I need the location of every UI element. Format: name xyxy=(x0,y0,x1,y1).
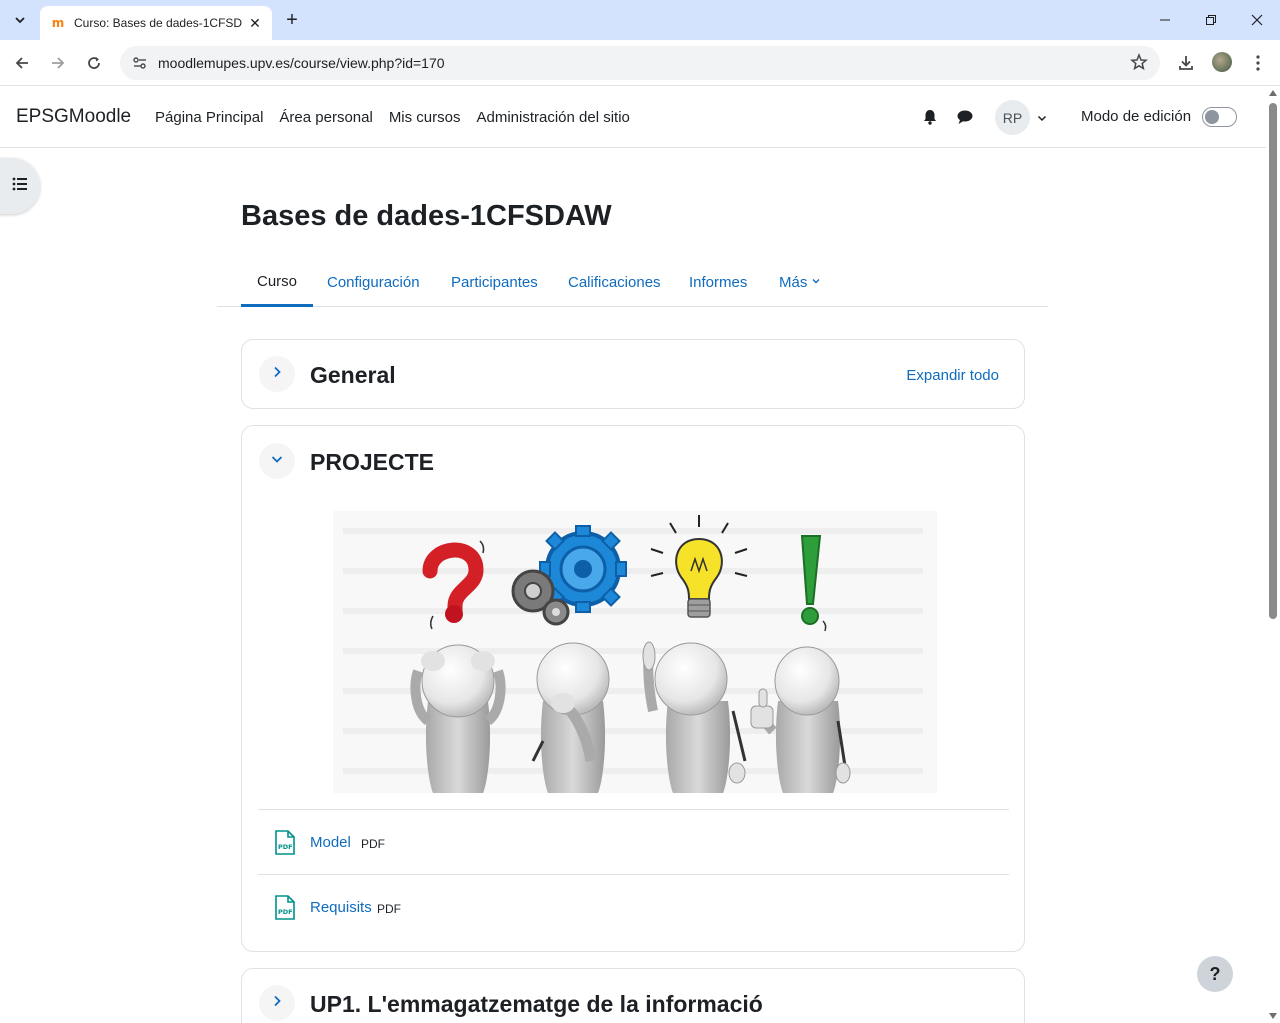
site-brand[interactable]: EPSGMoodle xyxy=(16,106,131,128)
chevron-right-icon xyxy=(270,994,284,1013)
list-icon xyxy=(12,177,28,196)
browser-tab[interactable]: m Curso: Bases de dades-1CFSDAW ✕ xyxy=(40,6,272,40)
section-collapse-button[interactable] xyxy=(259,443,295,479)
tab-more[interactable]: Más xyxy=(763,258,837,307)
section-expand-button[interactable] xyxy=(259,356,295,392)
primary-navigation: Página Principal Área personal Mis curso… xyxy=(147,87,638,148)
user-avatar[interactable]: RP xyxy=(995,100,1030,135)
activity-link[interactable]: Requisits xyxy=(310,899,372,916)
page-title: Bases de dades-1CFSDAW xyxy=(241,200,612,232)
expand-all-link[interactable]: Expandir todo xyxy=(906,367,999,384)
activity-link[interactable]: Model xyxy=(310,834,351,851)
scroll-up-arrow-icon[interactable] xyxy=(1269,90,1277,96)
section-title[interactable]: PROJECTE xyxy=(310,449,434,476)
tab-more-label: Más xyxy=(779,274,808,291)
toggle-knob xyxy=(1205,110,1219,124)
edit-mode-label: Modo de edición xyxy=(1081,108,1192,125)
restore-icon[interactable] xyxy=(1199,8,1223,32)
figure-thinking xyxy=(531,642,610,793)
pdf-file-icon: PDF xyxy=(273,895,297,921)
kebab-menu-icon[interactable] xyxy=(1246,51,1270,75)
nav-item-my-courses[interactable]: Mis cursos xyxy=(381,109,469,126)
svg-text:PDF: PDF xyxy=(278,843,293,851)
download-icon[interactable] xyxy=(1174,51,1198,75)
section-projecte: PROJECTE PDF Model PDF PDF Requisits PDF xyxy=(241,425,1025,952)
chevron-down-icon[interactable] xyxy=(1036,111,1048,129)
moodle-navbar: EPSGMoodle Página Principal Área persona… xyxy=(0,87,1266,148)
help-button[interactable]: ? xyxy=(1197,956,1233,992)
close-icon[interactable]: ✕ xyxy=(246,14,264,32)
svg-text:PDF: PDF xyxy=(278,908,293,916)
browser-tabbar: m Curso: Bases de dades-1CFSDAW ✕ + xyxy=(0,0,1280,40)
tab-title: Curso: Bases de dades-1CFSDAW xyxy=(74,16,242,30)
section-general: General Expandir todo xyxy=(241,339,1025,409)
chevron-down-icon xyxy=(811,276,821,289)
activity-requisits: PDF Requisits PDF xyxy=(258,874,1009,939)
browser-toolbar: moodlemupes.upv.es/course/view.php?id=17… xyxy=(0,40,1280,86)
moodle-favicon: m xyxy=(51,16,65,30)
section-title[interactable]: UP1. L'emmagatzematge de la informació xyxy=(310,991,763,1018)
activity-type-badge: PDF xyxy=(377,902,401,916)
tab-settings[interactable]: Configuración xyxy=(311,258,436,307)
nav-item-site-admin[interactable]: Administración del sitio xyxy=(469,109,638,126)
figure-confused xyxy=(410,644,506,793)
chevron-right-icon xyxy=(270,365,284,384)
close-window-icon[interactable] xyxy=(1245,8,1269,32)
star-icon[interactable] xyxy=(1130,52,1148,76)
site-info-icon[interactable] xyxy=(130,53,150,73)
url-text: moodlemupes.upv.es/course/view.php?id=17… xyxy=(158,55,445,71)
pdf-file-icon: PDF xyxy=(273,830,297,856)
edit-mode-toggle[interactable] xyxy=(1202,107,1237,127)
course-index-toggle[interactable] xyxy=(0,158,40,214)
profile-avatar[interactable] xyxy=(1212,52,1232,72)
tab-participants[interactable]: Participantes xyxy=(435,258,554,307)
messages-chat-icon[interactable] xyxy=(955,107,975,127)
course-secondary-nav: Curso Configuración Participantes Califi… xyxy=(217,258,1048,307)
notifications-bell-icon[interactable] xyxy=(920,107,940,127)
activity-type-badge: PDF xyxy=(361,837,385,851)
project-banner-image xyxy=(333,511,937,793)
section-expand-button[interactable] xyxy=(259,985,295,1021)
section-up1: UP1. L'emmagatzematge de la informació xyxy=(241,968,1025,1023)
tab-search-icon[interactable] xyxy=(8,8,32,32)
activity-model: PDF Model PDF xyxy=(258,809,1009,874)
minimize-icon[interactable] xyxy=(1153,8,1177,32)
nav-item-home[interactable]: Página Principal xyxy=(147,109,271,126)
scroll-thumb[interactable] xyxy=(1269,103,1277,619)
forward-icon[interactable] xyxy=(46,51,70,75)
chevron-down-icon xyxy=(270,452,284,471)
tab-grades[interactable]: Calificaciones xyxy=(552,258,677,307)
page-scrollbar[interactable] xyxy=(1266,87,1280,1023)
plus-icon[interactable]: + xyxy=(282,10,302,30)
scroll-down-arrow-icon[interactable] xyxy=(1269,1013,1277,1019)
nav-item-dashboard[interactable]: Área personal xyxy=(271,109,380,126)
back-icon[interactable] xyxy=(10,51,34,75)
tab-course[interactable]: Curso xyxy=(241,258,314,307)
reload-icon[interactable] xyxy=(82,51,106,75)
tab-reports[interactable]: Informes xyxy=(673,258,763,307)
section-title[interactable]: General xyxy=(310,362,396,389)
address-bar[interactable]: moodlemupes.upv.es/course/view.php?id=17… xyxy=(120,46,1160,80)
